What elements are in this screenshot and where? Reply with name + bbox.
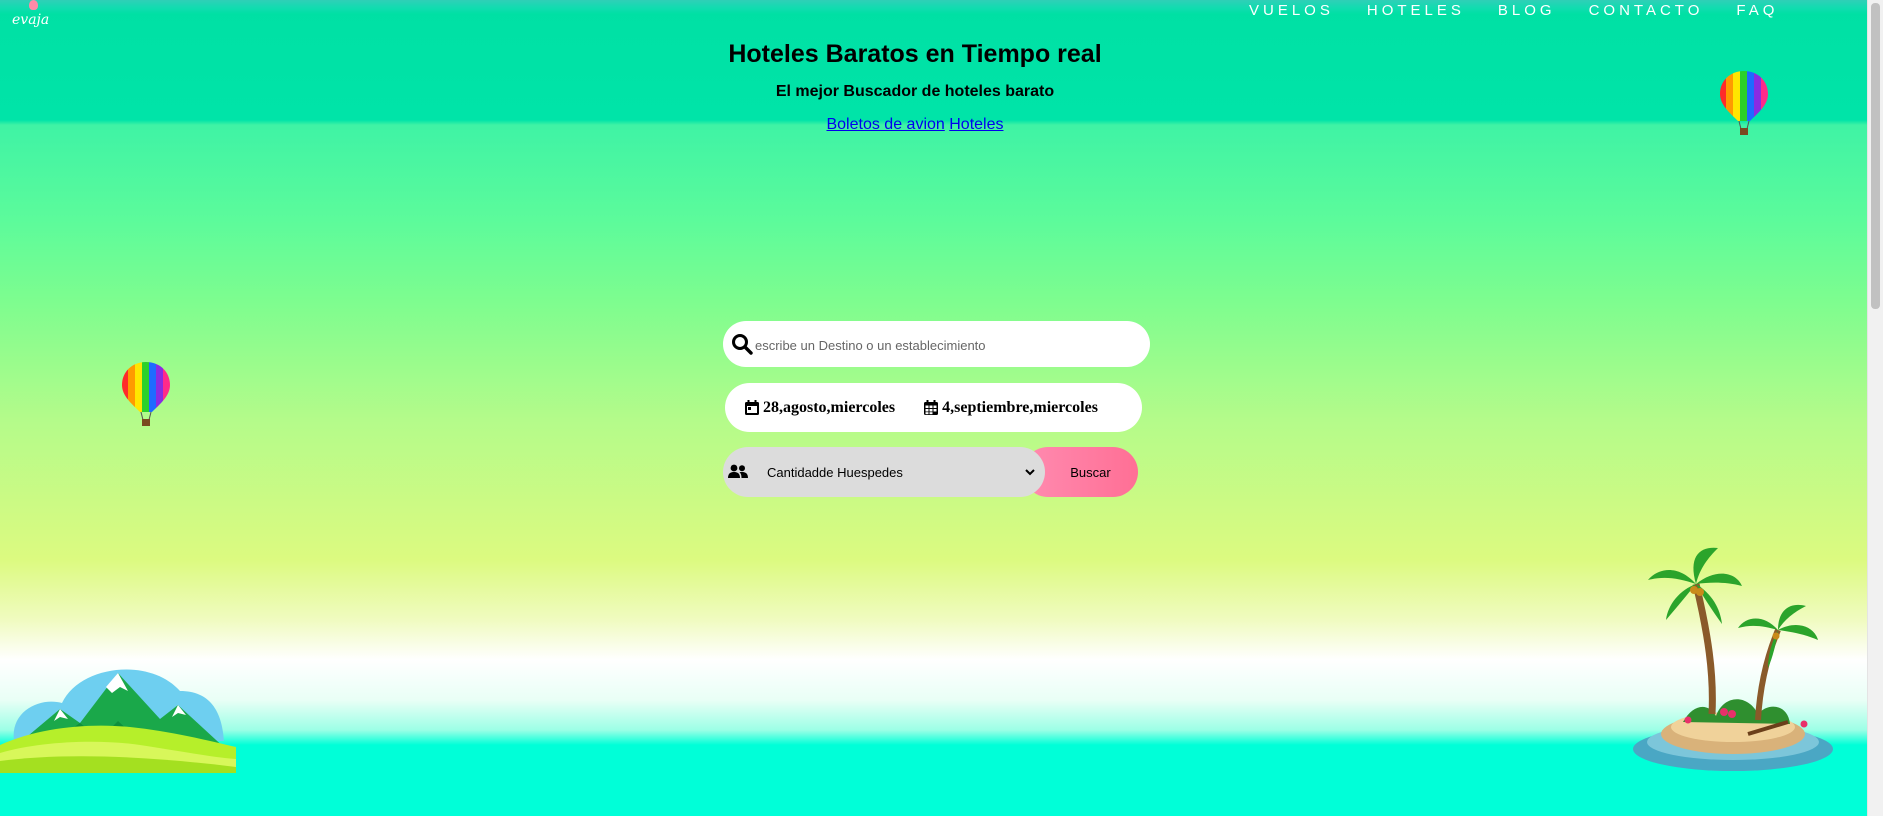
mountain-illustration	[0, 669, 236, 773]
checkin-date-label: 28,agosto,miercoles	[763, 398, 896, 416]
logo-balloon-icon	[29, 0, 38, 10]
checkout-date[interactable]: 4,septiembre,miercoles	[924, 399, 1098, 417]
hot-air-balloon-icon	[122, 362, 170, 426]
nav-hoteles[interactable]: HOTELES	[1367, 2, 1465, 20]
logo-text: evaja	[12, 12, 50, 28]
link-hoteles[interactable]: Hoteles	[949, 116, 1003, 133]
nav-vuelos[interactable]: VUELOS	[1249, 2, 1334, 20]
guests-row: Cantidadde Huespedes Buscar	[723, 447, 1138, 497]
page-subtitle: El mejor Buscador de hoteles barato	[775, 83, 1055, 100]
hot-air-balloon-icon	[1720, 71, 1768, 135]
search-icon	[732, 334, 753, 355]
calendar-alt-icon	[924, 400, 939, 415]
checkout-date-label: 4,septiembre,miercoles	[942, 398, 1098, 416]
scrollbar-thumb[interactable]	[1871, 3, 1880, 309]
nav-blog[interactable]: BLOG	[1498, 2, 1556, 20]
destination-search	[723, 321, 1150, 367]
page-title: Hoteles Baratos en Tiempo real	[728, 40, 1102, 68]
brand-logo[interactable]: evaja	[10, 0, 54, 32]
link-boletos-avion[interactable]: Boletos de avion	[826, 116, 944, 133]
users-icon	[728, 464, 748, 478]
date-range: 28,agosto,miercoles 4,septiembre,miercol…	[725, 383, 1142, 432]
guests-select[interactable]: Cantidadde Huespedes	[763, 460, 1038, 484]
page-scrollbar[interactable]	[1867, 0, 1883, 816]
checkin-date[interactable]: 28,agosto,miercoles	[745, 399, 895, 417]
header-links: Boletos de avion Hoteles	[0, 116, 1830, 134]
nav-contacto[interactable]: CONTACTO	[1589, 2, 1704, 20]
calendar-icon	[745, 400, 759, 415]
main-nav: VUELOS HOTELES BLOG CONTACTO FAQ	[1249, 2, 1778, 20]
palm-island-illustration	[1633, 547, 1833, 771]
nav-faq[interactable]: FAQ	[1736, 2, 1778, 20]
destination-input[interactable]	[753, 331, 1137, 359]
guests-select-wrap: Cantidadde Huespedes	[723, 447, 1045, 497]
